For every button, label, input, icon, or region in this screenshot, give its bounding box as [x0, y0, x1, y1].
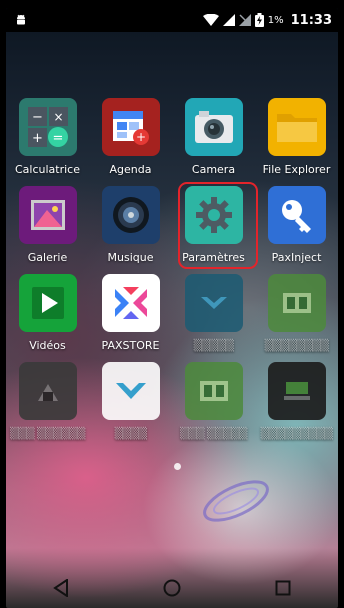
android-icon [17, 14, 25, 25]
page-indicator [174, 463, 181, 470]
app-obscured-6[interactable]: ▒▒▒▒▒▒▒▒▒ [255, 354, 338, 442]
app-calculatrice[interactable]: − × + = Calculatrice [6, 90, 89, 178]
camera-icon [184, 98, 243, 156]
video-play-icon [18, 274, 77, 332]
app-label: Camera [191, 163, 236, 176]
svg-text:+: + [32, 131, 43, 146]
calculator-icon: − × + = [18, 98, 77, 156]
battery-percent: 1% [267, 14, 284, 26]
app-label-blurred: ▒▒▒▒▒▒▒▒▒ [260, 427, 333, 440]
app-icon-blurred [18, 362, 77, 420]
paxstore-icon [101, 274, 160, 332]
app-label-blurred: ▒▒▒ ▒▒▒▒▒▒ [10, 427, 85, 440]
app-label: Agenda [109, 163, 152, 176]
gallery-icon [18, 186, 77, 244]
app-obscured-1[interactable]: ▒▒▒▒▒ [172, 266, 255, 354]
back-icon [53, 579, 69, 597]
app-musique[interactable]: Musique [89, 178, 172, 266]
app-agenda[interactable]: + Agenda [89, 90, 172, 178]
folder-icon [267, 98, 326, 156]
app-obscured-2[interactable]: ▒▒▒▒▒▒▒▒ [255, 266, 338, 354]
app-label: PAXSTORE [101, 339, 160, 352]
app-paxstore[interactable]: PAXSTORE [89, 266, 172, 354]
signal-icon [222, 14, 235, 26]
status-bar: 1% 11:33 [6, 8, 338, 32]
svg-text:+: + [135, 130, 145, 144]
key-icon [267, 186, 326, 244]
app-camera[interactable]: Camera [172, 90, 255, 178]
wallpaper-logo [203, 480, 269, 522]
app-obscured-5[interactable]: ▒▒▒ ▒▒▒▒▒ [172, 354, 255, 442]
svg-text:×: × [53, 110, 63, 124]
app-icon-blurred [267, 362, 326, 420]
home-icon [163, 579, 181, 597]
svg-text:−: − [32, 110, 43, 125]
battery-charging-icon [254, 13, 264, 27]
app-videos[interactable]: Vidéos [6, 266, 89, 354]
highlight-box [178, 182, 258, 269]
clock: 11:33 [290, 12, 332, 28]
home-button[interactable] [152, 568, 192, 608]
app-label-blurred: ▒▒▒ ▒▒▒▒▒ [180, 427, 247, 440]
app-label: Galerie [27, 251, 68, 264]
svg-text:=: = [52, 131, 63, 146]
recents-button[interactable] [263, 568, 303, 608]
app-icon-blurred [184, 362, 243, 420]
app-icon-blurred [101, 362, 160, 420]
app-galerie[interactable]: Galerie [6, 178, 89, 266]
app-file-explorer[interactable]: File Explorer [255, 90, 338, 178]
no-sim-icon [238, 14, 251, 26]
calendar-icon: + [101, 98, 160, 156]
app-label-blurred: ▒▒▒▒ [114, 427, 147, 440]
app-label-blurred: ▒▒▒▒▒ [193, 339, 234, 352]
phone-screen: 1% 11:33 − × + = Calculatrice + Agenda C… [6, 8, 338, 608]
app-obscured-4[interactable]: ▒▒▒▒ [89, 354, 172, 442]
app-icon-blurred [267, 274, 326, 332]
back-button[interactable] [41, 568, 81, 608]
app-label: File Explorer [262, 163, 331, 176]
navigation-bar [6, 568, 338, 608]
app-label: Musique [107, 251, 154, 264]
recents-icon [275, 580, 291, 596]
app-obscured-3[interactable]: ▒▒▒ ▒▒▒▒▒▒ [6, 354, 89, 442]
app-label-blurred: ▒▒▒▒▒▒▒▒ [264, 339, 329, 352]
wifi-icon [202, 14, 219, 26]
app-label: Calculatrice [14, 163, 80, 176]
app-label: Vidéos [29, 339, 66, 352]
music-icon [101, 186, 160, 244]
app-icon-blurred [184, 274, 243, 332]
app-paxinject[interactable]: PaxInject [255, 178, 338, 266]
app-label: PaxInject [271, 251, 322, 264]
